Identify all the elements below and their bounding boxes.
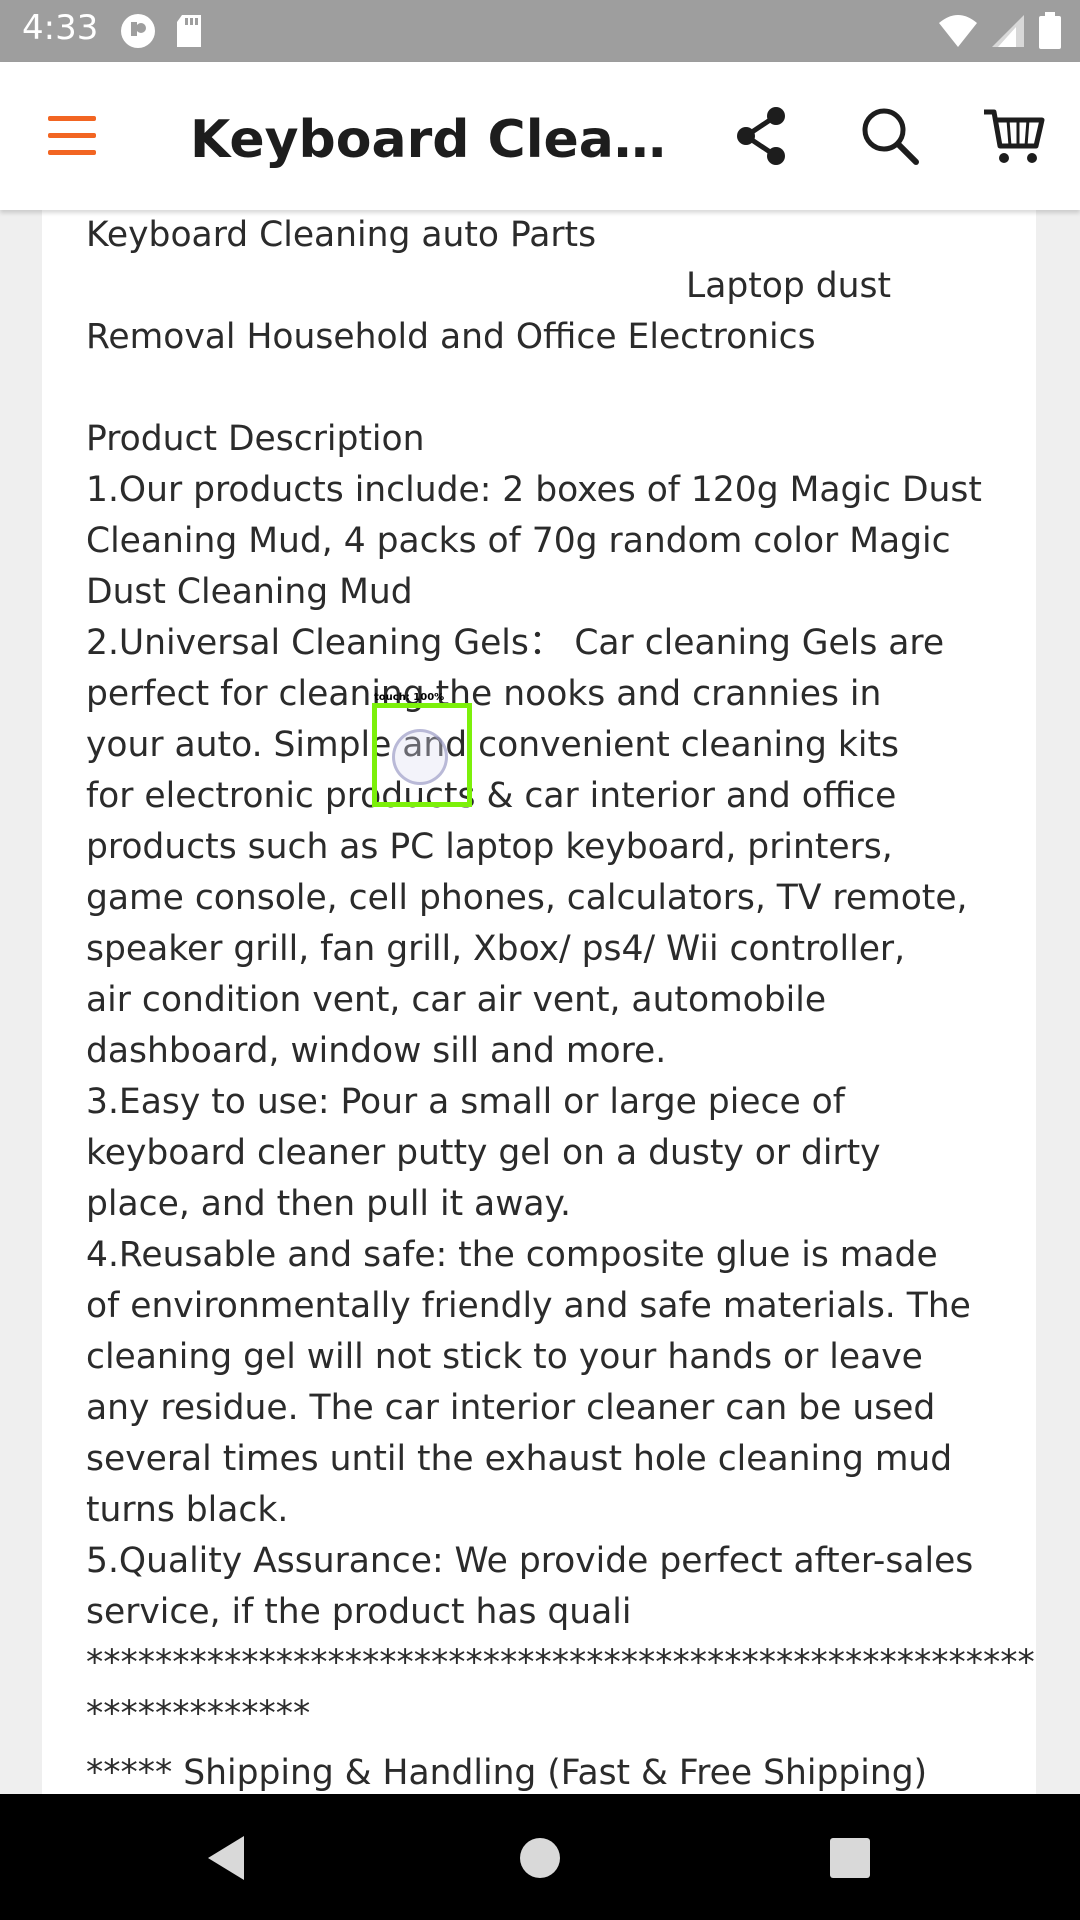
home-button[interactable] bbox=[510, 1828, 570, 1892]
share-icon bbox=[737, 107, 785, 165]
home-circle-icon bbox=[520, 1838, 560, 1878]
page-title: Keyboard Cleane... bbox=[190, 110, 690, 170]
description-line: Dust Cleaning Mud bbox=[86, 572, 413, 612]
product-description: Keyboard Cleaning auto Parts Laptop dust… bbox=[86, 210, 1035, 1794]
touch-indicator-label: touch: 100% bbox=[374, 692, 445, 703]
search-icon bbox=[862, 108, 919, 165]
description-line: service, if the product has quali bbox=[86, 1592, 632, 1632]
wifi-icon bbox=[938, 13, 978, 53]
back-button[interactable] bbox=[200, 1828, 260, 1892]
description-line: speaker grill, fan grill, Xbox/ ps4/ Wii… bbox=[86, 929, 906, 969]
description-line: Laptop dust bbox=[686, 266, 892, 306]
status-time: 4:33 bbox=[22, 8, 99, 48]
description-line: cleaning gel will not stick to your hand… bbox=[86, 1337, 923, 1377]
description-line: Cleaning Mud, 4 packs of 70g random colo… bbox=[86, 521, 951, 561]
product-description-card[interactable]: Keyboard Cleaning auto Parts Laptop dust… bbox=[42, 210, 1036, 1794]
description-line: Removal Household and Office Electronics bbox=[86, 317, 816, 357]
description-line: game console, cell phones, calculators, … bbox=[86, 878, 968, 918]
recents-button[interactable] bbox=[820, 1828, 880, 1892]
menu-button[interactable] bbox=[44, 108, 100, 164]
description-blank-line bbox=[86, 363, 1006, 414]
description-line: 4.Reusable and safe: the composite glue … bbox=[86, 1235, 938, 1275]
description-line: keyboard cleaner putty gel on a dusty or… bbox=[86, 1133, 881, 1173]
status-notification-icons bbox=[120, 13, 204, 53]
description-separator: ************* bbox=[86, 1694, 311, 1734]
status-system-icons bbox=[938, 12, 1062, 54]
description-line: for electronic products & car interior a… bbox=[86, 776, 897, 816]
battery-icon bbox=[1038, 12, 1062, 54]
recents-square-icon bbox=[830, 1838, 870, 1878]
description-line: of environmentally friendly and safe mat… bbox=[86, 1286, 971, 1326]
status-bar: 4:33 bbox=[0, 0, 1080, 62]
description-line: 2.Universal Cleaning Gels： Car cleaning … bbox=[86, 623, 945, 663]
system-nav-bar bbox=[0, 1794, 1080, 1920]
description-line: air condition vent, car air vent, automo… bbox=[86, 980, 827, 1020]
description-heading: Product Description bbox=[86, 419, 425, 459]
app-notification-icon bbox=[120, 13, 156, 53]
app-bar: Keyboard Cleane... bbox=[0, 62, 1080, 210]
shipping-heading: ***** Shipping & Handling (Fast & Free S… bbox=[86, 1753, 928, 1793]
description-line: products such as PC laptop keyboard, pri… bbox=[86, 827, 893, 867]
description-line: any residue. The car interior cleaner ca… bbox=[86, 1388, 936, 1428]
hamburger-menu-icon bbox=[48, 116, 96, 155]
description-line: 3.Easy to use: Pour a small or large pie… bbox=[86, 1082, 845, 1122]
description-line: place, and then pull it away. bbox=[86, 1184, 572, 1224]
description-line: several times until the exhaust hole cle… bbox=[86, 1439, 953, 1479]
search-button[interactable] bbox=[858, 104, 922, 168]
description-line: 5.Quality Assurance: We provide perfect … bbox=[86, 1541, 974, 1581]
description-line: 1.Our products include: 2 boxes of 120g … bbox=[86, 470, 982, 510]
sd-card-icon bbox=[174, 14, 204, 52]
description-line: turns black. bbox=[86, 1490, 289, 1530]
touch-point bbox=[392, 729, 448, 785]
cart-button[interactable] bbox=[982, 104, 1046, 168]
description-line: your auto. Simple and convenient cleanin… bbox=[86, 725, 899, 765]
description-separator: ****************************************… bbox=[86, 1643, 1035, 1683]
back-triangle-icon bbox=[208, 1836, 244, 1880]
description-line: dashboard, window sill and more. bbox=[86, 1031, 667, 1071]
shopping-cart-icon bbox=[984, 109, 1045, 163]
signal-icon bbox=[990, 13, 1026, 53]
description-line: Keyboard Cleaning auto Parts bbox=[86, 215, 597, 255]
share-button[interactable] bbox=[730, 104, 794, 168]
description-line: perfect for cleaning the nooks and crann… bbox=[86, 674, 882, 714]
